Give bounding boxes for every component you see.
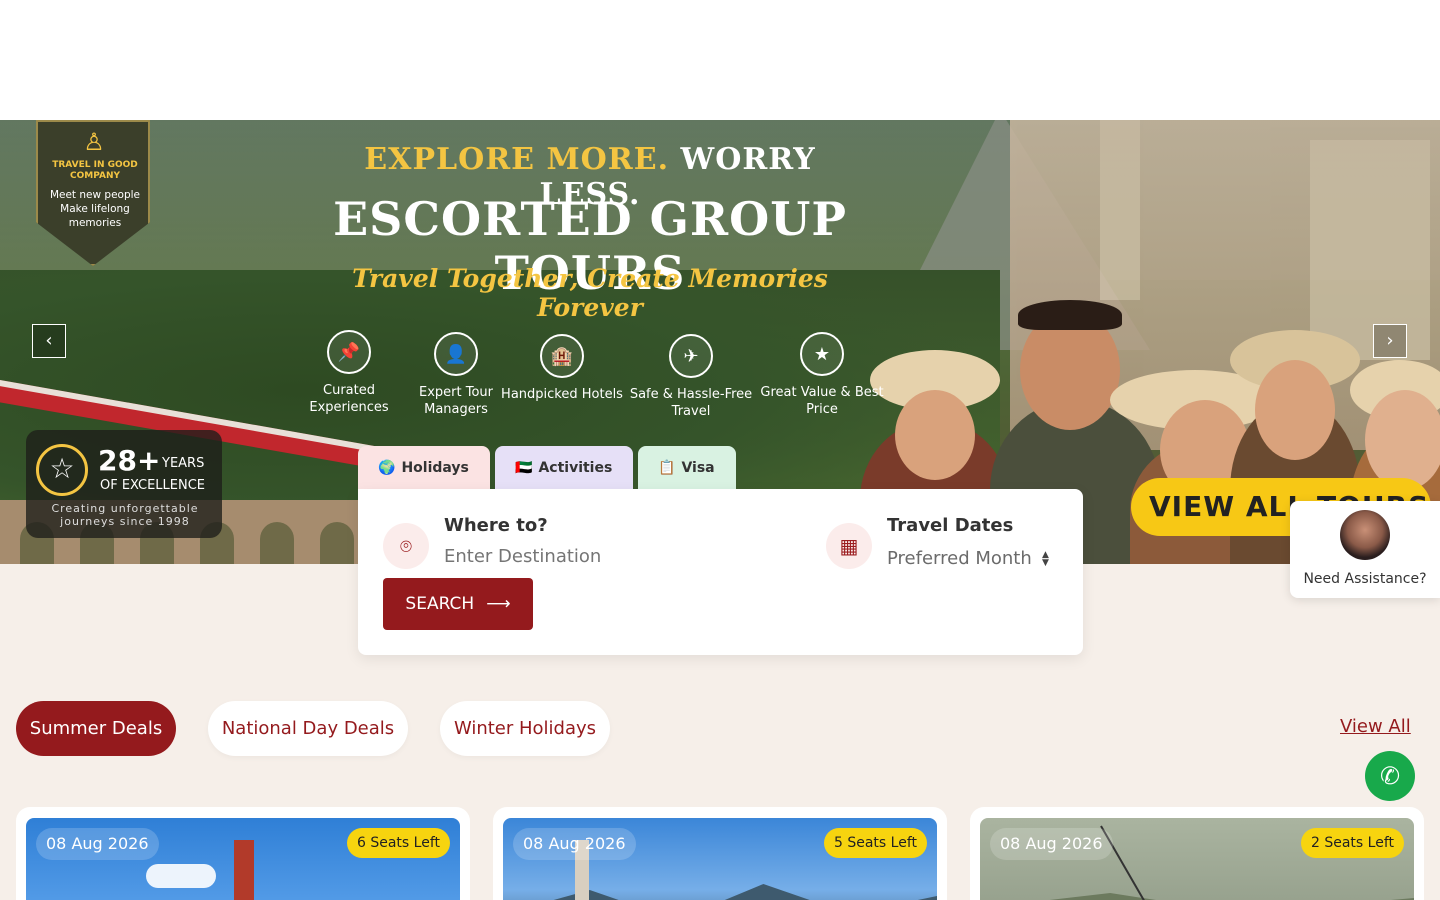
tour-card[interactable]: 08 Aug 2026 2 Seats Left xyxy=(970,807,1424,900)
document-icon: 📋 xyxy=(658,459,676,476)
years-label: YEARS xyxy=(162,456,205,471)
hero-tagline: Travel Together, Create Memories Forever xyxy=(352,264,828,322)
uae-flag-icon: 🇦🇪 xyxy=(515,459,533,476)
pill-summer-deals[interactable]: Summer Deals xyxy=(16,701,176,756)
mountain-range xyxy=(503,884,937,900)
traveler-face xyxy=(1365,390,1440,490)
group-people-icon: ♙ xyxy=(83,128,105,156)
seats-left-badge: 5 Seats Left xyxy=(823,828,927,858)
feature-label: Great Value & Best Price xyxy=(760,385,884,417)
whatsapp-icon[interactable]: ✆ xyxy=(1365,751,1415,801)
top-header xyxy=(0,0,1440,120)
pin-icon: 📌 xyxy=(327,330,371,374)
seats-left-badge: 2 Seats Left xyxy=(1300,828,1404,858)
location-pin-icon: ⌾ xyxy=(383,523,429,569)
travel-dates-label: Travel Dates xyxy=(887,515,1014,536)
tab-label: Visa xyxy=(681,459,715,476)
tab-activities[interactable]: 🇦🇪 Activities xyxy=(495,446,633,489)
feature-hotels: 🏨 Handpicked Hotels xyxy=(497,334,627,403)
badge-title: TRAVEL IN GOOD COMPANY xyxy=(52,160,138,181)
feature-label: Curated Experiences xyxy=(309,383,389,415)
assistance-label: Need Assistance? xyxy=(1303,571,1427,587)
traveler-hair xyxy=(1018,300,1122,330)
carousel-prev-button[interactable]: ‹ xyxy=(32,324,66,358)
feature-label: Safe & Hassle-Free Travel xyxy=(629,387,753,419)
destination-input[interactable] xyxy=(444,546,744,567)
calendar-icon: ▦ xyxy=(826,523,872,569)
select-arrows-icon: ▲ ▼ xyxy=(1042,550,1049,568)
feature-best-price: ★ Great Value & Best Price xyxy=(757,332,887,418)
pill-national-day-deals[interactable]: National Day Deals xyxy=(208,701,408,756)
tour-card[interactable]: 08 Aug 2026 6 Seats Left xyxy=(16,807,470,900)
plane-check-icon: ✈ xyxy=(669,334,713,378)
travel-dates-select[interactable]: Preferred Month xyxy=(887,548,1032,569)
tab-holidays[interactable]: 🌍 Holidays xyxy=(358,446,490,489)
tour-card-image: 08 Aug 2026 2 Seats Left xyxy=(980,818,1414,900)
tour-card-image: 08 Aug 2026 5 Seats Left xyxy=(503,818,937,900)
star-icon: ☆ xyxy=(36,444,88,496)
traveler-face xyxy=(1255,360,1335,460)
years-of-excellence-badge: ☆ 28+ YEARS OF EXCELLENCE Creating unfor… xyxy=(26,430,222,538)
tab-label: Activities xyxy=(538,459,613,476)
tour-card-image: 08 Aug 2026 6 Seats Left xyxy=(26,818,460,900)
headline-gold-text: EXPLORE MORE. xyxy=(364,142,670,177)
award-icon: ★ xyxy=(800,332,844,376)
search-panel: ⌾ Where to? ▦ Travel Dates Preferred Mon… xyxy=(358,489,1083,655)
years-since: Creating unforgettable journeys since 19… xyxy=(51,502,199,528)
hillside xyxy=(980,893,1414,900)
tab-visa[interactable]: 📋 Visa xyxy=(638,446,736,489)
badge-subtitle: Meet new people Make lifelong memories xyxy=(49,189,141,229)
agent-avatar xyxy=(1340,510,1390,560)
tour-card[interactable]: 08 Aug 2026 5 Seats Left xyxy=(493,807,947,900)
traveler-face xyxy=(895,390,975,480)
tab-label: Holidays xyxy=(401,459,469,476)
feature-safe-travel: ✈ Safe & Hassle-Free Travel xyxy=(624,334,758,420)
cloud xyxy=(146,864,216,888)
hotel-icon: 🏨 xyxy=(540,334,584,378)
globe-icon: 🌍 xyxy=(378,459,396,476)
viaduct-arch xyxy=(320,522,354,564)
seats-left-badge: 6 Seats Left xyxy=(346,828,450,858)
years-number: 28+ xyxy=(98,444,161,477)
need-assistance-widget[interactable]: Need Assistance? xyxy=(1290,501,1440,598)
tour-date: 08 Aug 2026 xyxy=(513,828,636,860)
arrow-right-icon: ⟶ xyxy=(486,594,511,614)
search-button-label: SEARCH xyxy=(405,594,475,614)
viaduct-arch xyxy=(260,522,294,564)
pill-winter-holidays[interactable]: Winter Holidays xyxy=(440,701,610,756)
destination-label: Where to? xyxy=(444,515,548,536)
church-tower xyxy=(234,840,254,900)
view-all-link[interactable]: View All xyxy=(1340,716,1411,737)
feature-label: Expert Tour Managers xyxy=(418,385,493,417)
tour-manager-icon: 👤 xyxy=(434,332,478,376)
search-button[interactable]: SEARCH ⟶ xyxy=(383,578,533,630)
feature-label: Handpicked Hotels xyxy=(501,387,623,402)
tour-date: 08 Aug 2026 xyxy=(36,828,159,860)
years-excellence: OF EXCELLENCE xyxy=(100,478,206,493)
search-tabs: 🌍 Holidays 🇦🇪 Activities 📋 Visa xyxy=(358,446,736,489)
tour-date: 08 Aug 2026 xyxy=(990,828,1113,860)
carousel-next-button[interactable]: › xyxy=(1373,324,1407,358)
